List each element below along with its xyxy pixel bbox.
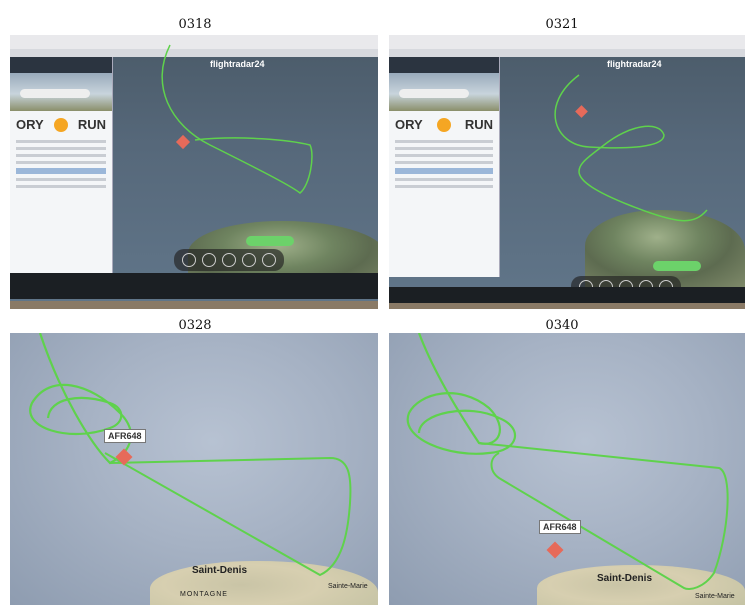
mountain-label: MONTAGNE [180, 591, 228, 598]
sidebar-details [389, 134, 499, 194]
toggle-pill[interactable] [246, 236, 294, 246]
taskbar [389, 287, 745, 303]
city-label: Saint-Denis [597, 573, 653, 584]
photo-0328: AFR648 Saint-Denis Sainte-Marie MONTAGNE [10, 333, 378, 605]
flight-track [406, 333, 729, 591]
toggle-pill[interactable] [653, 261, 701, 271]
photo-0321: flightradar24 ORY RUN [389, 35, 745, 309]
sidebar-header [10, 57, 112, 73]
flight-sidebar: ORY RUN [389, 57, 500, 277]
photo-0340: AFR648 Saint-Denis Sainte-Marie [389, 333, 745, 605]
flight-sidebar: ORY RUN [10, 57, 113, 277]
desk-edge [10, 301, 378, 309]
map-controls[interactable] [174, 249, 284, 271]
weather-icon [202, 253, 216, 267]
aircraft-photo [10, 73, 112, 111]
sidebar-header [389, 57, 499, 73]
aircraft-photo [389, 73, 499, 111]
origin-code: ORY [16, 117, 44, 132]
desk-edge [389, 303, 745, 309]
route-arrow-icon [436, 117, 451, 132]
sidebar-details [10, 134, 112, 194]
town-label: Sainte-Marie [695, 593, 735, 600]
route-row: ORY RUN [389, 111, 499, 134]
filter-icon [222, 253, 236, 267]
origin-code: ORY [395, 117, 423, 132]
panel-label-0321: 0321 [545, 17, 579, 32]
panel-label-0318: 0318 [178, 17, 212, 32]
widgets-icon [242, 253, 256, 267]
playback-icon [262, 253, 276, 267]
destination-code: RUN [77, 117, 106, 132]
panel-label-0328: 0328 [178, 318, 212, 333]
destination-code: RUN [464, 117, 493, 132]
route-row: ORY RUN [10, 111, 112, 134]
flight-tag: AFR648 [539, 520, 581, 534]
photo-0318: flightradar24 ORY RUN [10, 35, 378, 309]
city-label: Saint-Denis [192, 565, 248, 576]
panel-label-0340: 0340 [545, 318, 579, 333]
settings-icon [182, 253, 196, 267]
town-label: Sainte-Marie [328, 583, 368, 590]
route-arrow-icon [53, 117, 68, 132]
flight-tag: AFR648 [104, 429, 146, 443]
taskbar [10, 273, 378, 299]
